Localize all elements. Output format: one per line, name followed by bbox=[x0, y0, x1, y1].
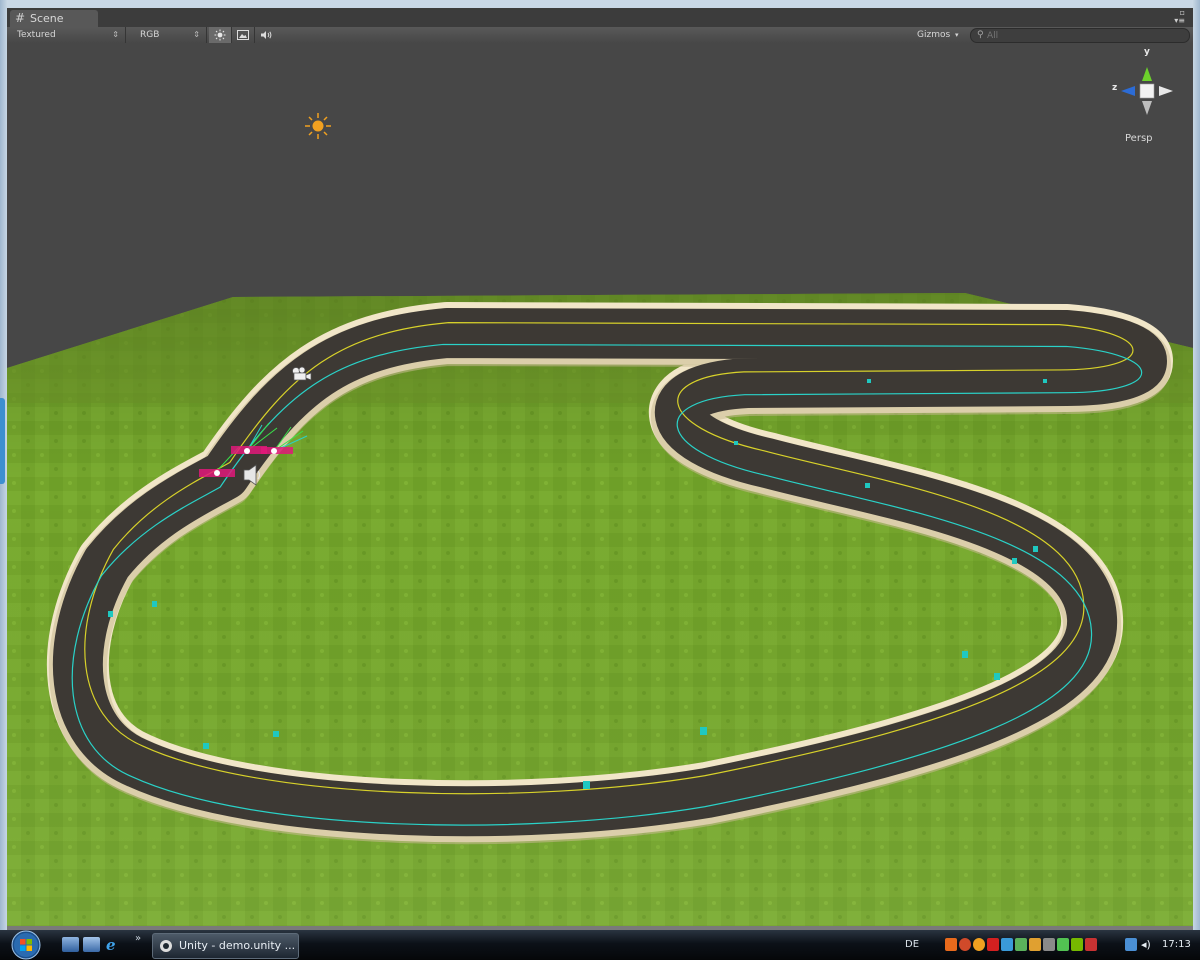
waypoint-marker bbox=[867, 379, 871, 383]
car-pivot bbox=[214, 470, 220, 476]
panel-menu-icon[interactable]: ▾≡ bbox=[1174, 17, 1185, 25]
panel-resize-handle[interactable] bbox=[0, 398, 5, 484]
tray-app-icon[interactable] bbox=[1001, 938, 1013, 951]
unity-icon bbox=[160, 940, 172, 952]
tray-app-icon[interactable] bbox=[959, 938, 971, 951]
projection-label[interactable]: Persp bbox=[1125, 133, 1153, 144]
waypoint-marker bbox=[152, 601, 157, 607]
speaker-audio-icon[interactable] bbox=[255, 27, 277, 43]
taskbar-button-label: Unity - demo.unity ... bbox=[179, 939, 296, 952]
scene-toolbar: Textured ⇕ RGB ⇕ Gizmos ▾ ⚲ bbox=[7, 27, 1193, 44]
waypoint-marker bbox=[583, 781, 590, 789]
svg-text:e: e bbox=[106, 937, 116, 952]
clock[interactable]: 17:13 bbox=[1162, 930, 1191, 960]
tray-app-icon[interactable] bbox=[973, 938, 985, 951]
window-right-border bbox=[1193, 0, 1200, 930]
taskbar-button-unity[interactable]: Unity - demo.unity ... bbox=[152, 933, 299, 959]
dropdown-arrows-icon: ⇕ bbox=[193, 30, 200, 39]
tray-app-icon[interactable] bbox=[1085, 938, 1097, 951]
waypoint-marker bbox=[1012, 558, 1017, 564]
gizmos-dropdown[interactable]: Gizmos ▾ bbox=[917, 27, 959, 43]
channel-mode-dropdown[interactable]: RGB ⇕ bbox=[126, 27, 207, 43]
scene-render bbox=[7, 43, 1193, 926]
tray-app-icon[interactable] bbox=[1015, 938, 1027, 951]
car-marker bbox=[261, 447, 293, 454]
waypoint-marker bbox=[962, 651, 968, 658]
windows-taskbar: e » Unity - demo.unity ... DE ◂) 17:13 bbox=[0, 930, 1200, 960]
waypoint-marker bbox=[273, 731, 279, 737]
tray-app-icon[interactable] bbox=[987, 938, 999, 951]
gizmos-label: Gizmos bbox=[917, 30, 951, 40]
channel-mode-value: RGB bbox=[140, 30, 160, 40]
render-mode-value: Textured bbox=[17, 30, 56, 40]
tray-app-icon[interactable] bbox=[1043, 938, 1055, 951]
tray-app-icon[interactable] bbox=[945, 938, 957, 951]
tab-bar: # Scene ▫ ▾≡ bbox=[7, 8, 1193, 27]
scene-viewport[interactable]: y z Persp bbox=[7, 43, 1193, 926]
tab-scene-label: Scene bbox=[30, 12, 64, 25]
image-overlay-icon[interactable] bbox=[232, 27, 255, 43]
waypoint-marker bbox=[700, 727, 707, 735]
waypoint-marker bbox=[203, 743, 209, 749]
waypoint-marker bbox=[994, 673, 1000, 680]
quicklaunch-more-icon[interactable]: » bbox=[135, 933, 141, 944]
unity-window: # Scene ▫ ▾≡ Textured ⇕ RGB ⇕ Gizmos ▾ ⚲… bbox=[0, 0, 1200, 960]
waypoint-marker bbox=[108, 611, 113, 617]
tray-app-icon[interactable] bbox=[1057, 938, 1069, 951]
sun-lighting-icon[interactable] bbox=[209, 27, 232, 43]
show-desktop-icon[interactable] bbox=[62, 937, 79, 952]
waypoint-marker bbox=[865, 483, 870, 488]
tab-scene[interactable]: # Scene bbox=[10, 10, 98, 27]
window-top-border bbox=[0, 0, 1200, 8]
dropdown-arrows-icon: ⇕ bbox=[112, 30, 119, 39]
chevron-down-icon: ▾ bbox=[955, 31, 959, 39]
axis-y-label: y bbox=[1144, 47, 1150, 57]
language-indicator[interactable]: DE bbox=[905, 930, 919, 960]
search-input[interactable] bbox=[987, 29, 1177, 42]
start-button[interactable] bbox=[7, 930, 45, 960]
waypoint-marker bbox=[1033, 546, 1038, 552]
waypoint-marker bbox=[1043, 379, 1047, 383]
waypoint-marker bbox=[734, 441, 738, 445]
switch-windows-icon[interactable] bbox=[83, 937, 100, 952]
search-icon: ⚲ bbox=[977, 30, 984, 40]
tray-app-icon[interactable] bbox=[1029, 938, 1041, 951]
car-pivot bbox=[271, 448, 277, 454]
scene-grid-icon: # bbox=[15, 11, 26, 25]
volume-icon[interactable]: ◂) bbox=[1141, 938, 1153, 951]
internet-explorer-icon[interactable]: e bbox=[104, 936, 121, 954]
panel-controls: ▫ ▾≡ bbox=[1174, 9, 1185, 25]
render-mode-dropdown[interactable]: Textured ⇕ bbox=[7, 27, 126, 43]
car-pivot bbox=[244, 448, 250, 454]
tray-app-icon[interactable] bbox=[1071, 938, 1083, 951]
network-icon[interactable] bbox=[1125, 938, 1137, 951]
axis-z-label: z bbox=[1112, 83, 1118, 93]
hierarchy-search[interactable]: ⚲ bbox=[970, 28, 1190, 43]
